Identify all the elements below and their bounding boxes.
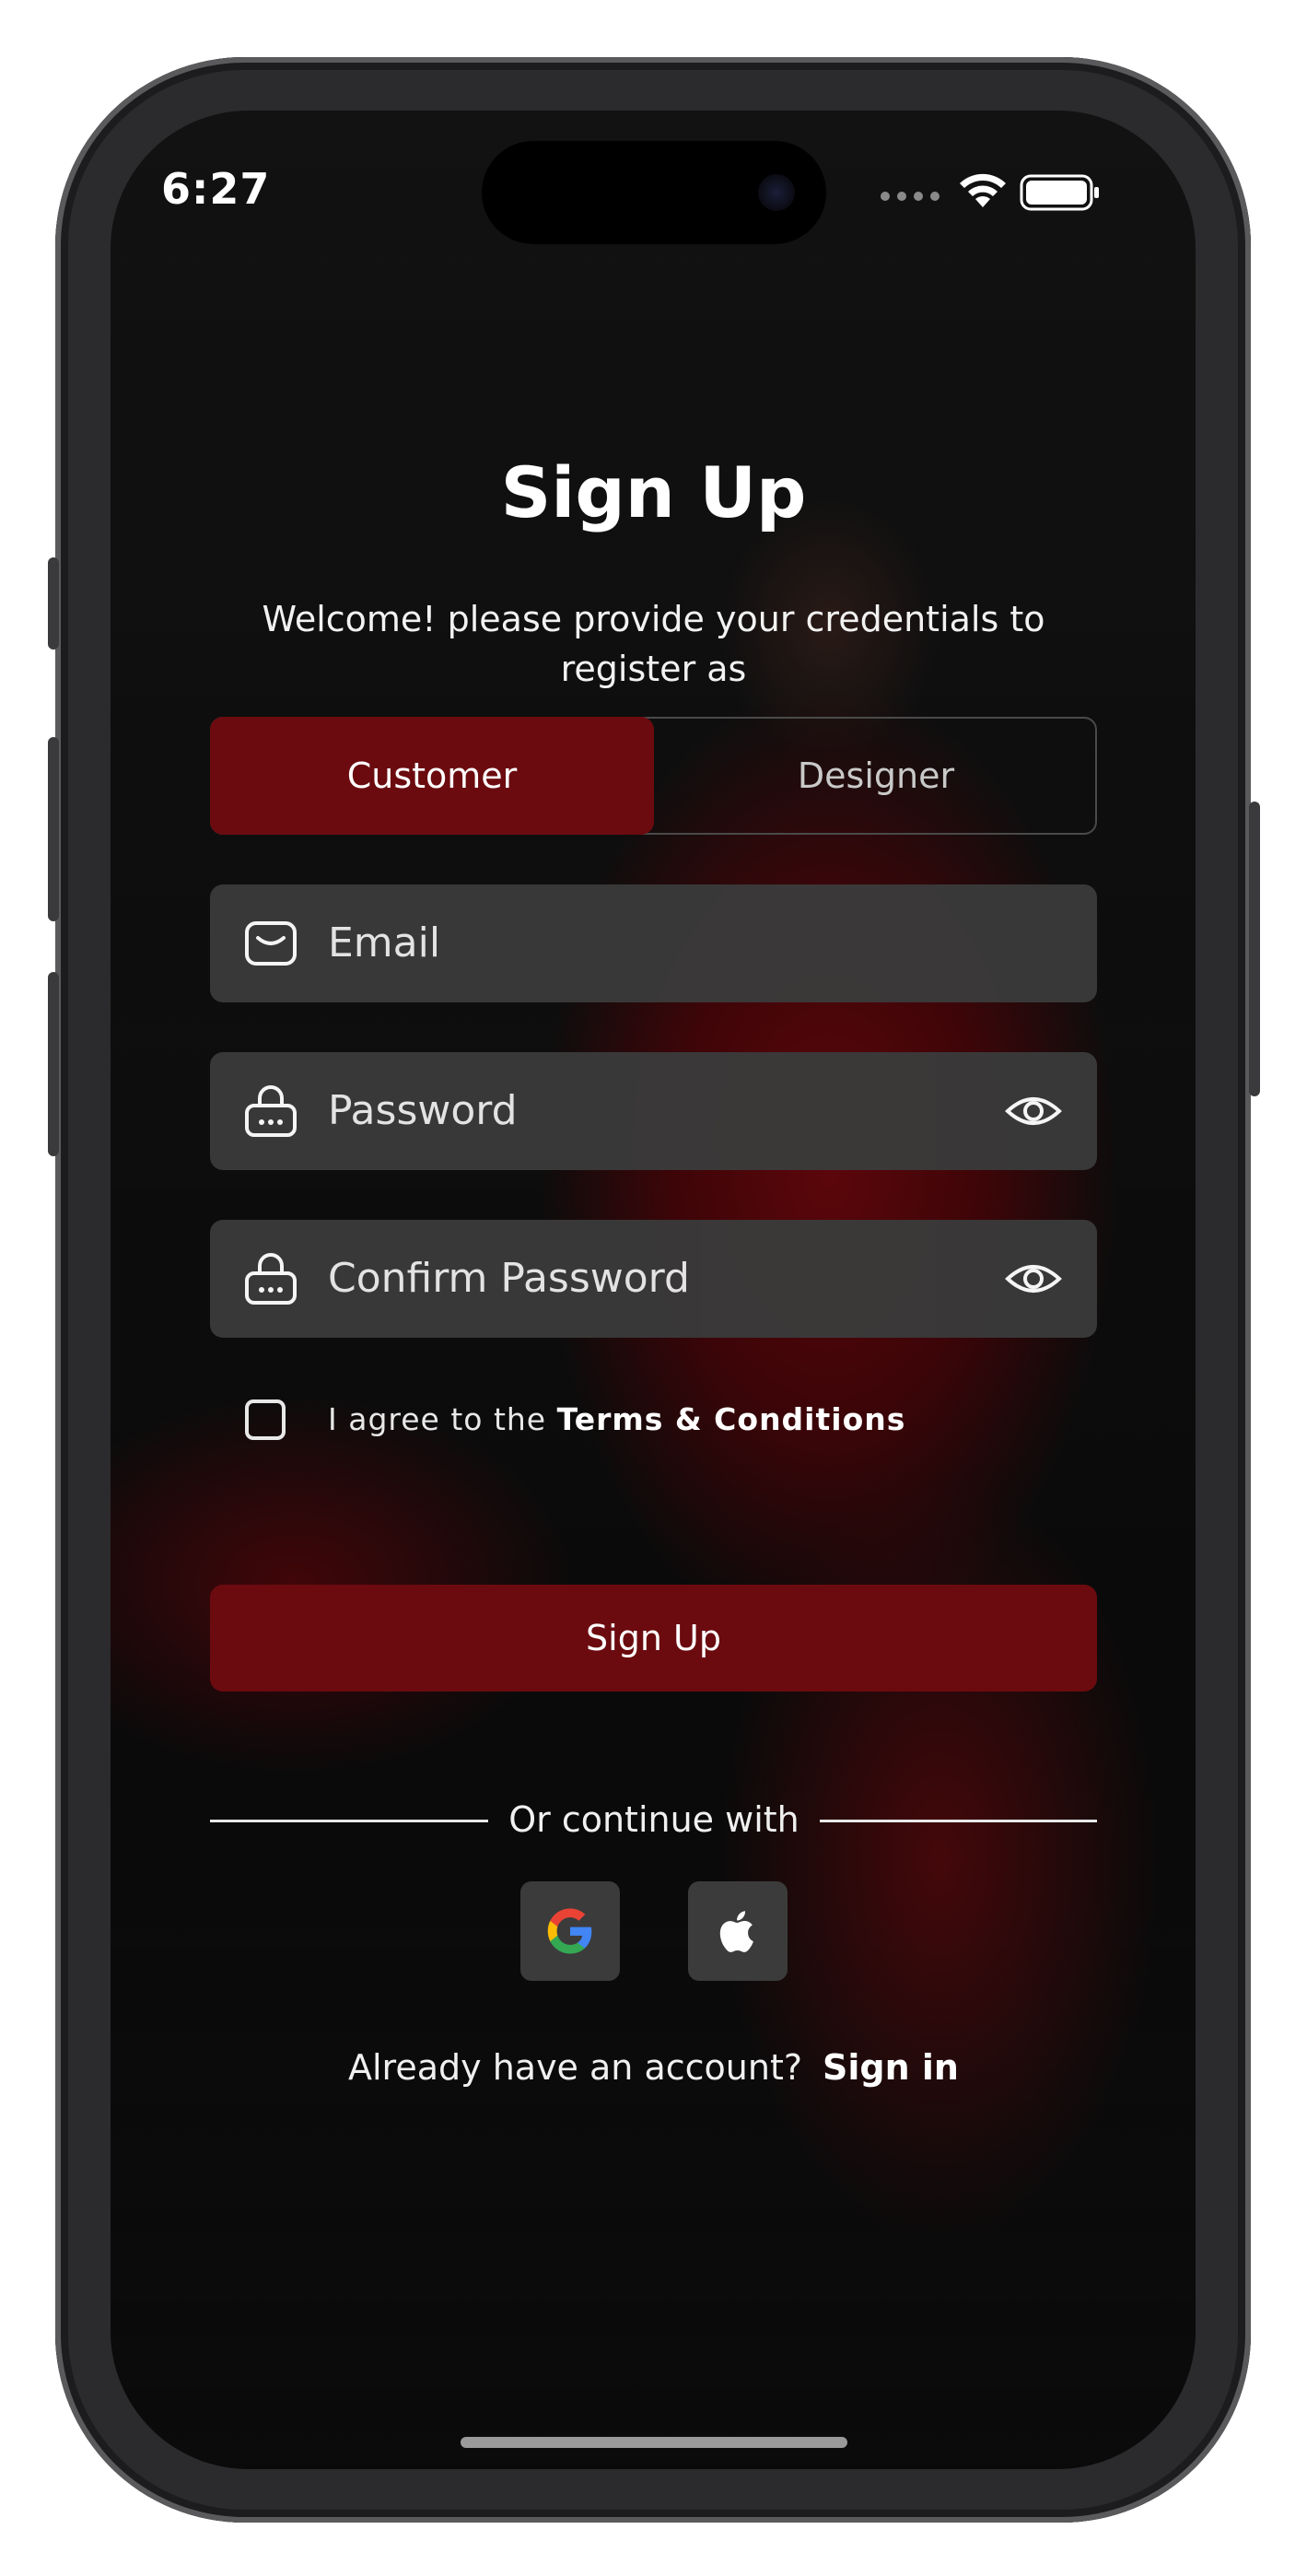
eye-icon[interactable] (1004, 1083, 1063, 1139)
apple-icon (719, 1911, 753, 1952)
signal-icon (881, 192, 939, 201)
status-icons (880, 170, 1101, 217)
divider-right (820, 1820, 1097, 1822)
password-field[interactable]: Password (210, 1052, 1097, 1170)
lock-icon (245, 1253, 297, 1305)
terms-row: I agree to the Terms & Conditions (245, 1396, 1074, 1451)
battery-icon (1020, 174, 1099, 211)
eye-icon[interactable] (1004, 1251, 1063, 1306)
mail-icon (245, 921, 297, 966)
camera-icon (758, 174, 795, 211)
password-placeholder: Password (328, 1087, 518, 1134)
sign-up-button[interactable]: Sign Up (210, 1585, 1097, 1692)
google-icon (547, 1908, 592, 1954)
email-field[interactable]: Email (210, 884, 1097, 1002)
terms-link[interactable]: Terms & Conditions (557, 1401, 906, 1437)
status-time: 6:27 (161, 164, 271, 214)
role-toggle: Customer Designer (210, 717, 1097, 835)
confirm-password-field[interactable]: Confirm Password (210, 1220, 1097, 1338)
terms-text: I agree to the Terms & Conditions (328, 1401, 905, 1437)
page-title: Sign Up (500, 451, 807, 533)
email-placeholder: Email (328, 919, 441, 966)
confirm-password-placeholder: Confirm Password (328, 1255, 690, 1302)
wifi-icon (960, 173, 1006, 207)
subtitle-line-1: Welcome! please provide your credentials… (262, 599, 1045, 639)
divider-left (210, 1820, 488, 1822)
terms-checkbox[interactable] (245, 1399, 286, 1440)
dynamic-island (482, 141, 826, 244)
role-tab-designer[interactable]: Designer (654, 717, 1098, 835)
role-tab-customer[interactable]: Customer (210, 717, 654, 835)
sign-in-row: Already have an account? Sign in (210, 2047, 1097, 2088)
terms-prefix: I agree to the (328, 1401, 557, 1437)
google-sign-in-button[interactable] (520, 1881, 620, 1981)
divider-text: Or continue with (508, 1799, 799, 1840)
sign-in-prompt: Already have an account? (348, 2047, 803, 2088)
sign-in-link[interactable]: Sign in (823, 2047, 959, 2088)
lock-icon (245, 1085, 297, 1137)
page-subtitle: Welcome! please provide your credentials… (210, 594, 1097, 694)
home-indicator[interactable] (461, 2437, 847, 2448)
apple-sign-in-button[interactable] (688, 1881, 788, 1981)
subtitle-line-2: register as (560, 649, 747, 689)
